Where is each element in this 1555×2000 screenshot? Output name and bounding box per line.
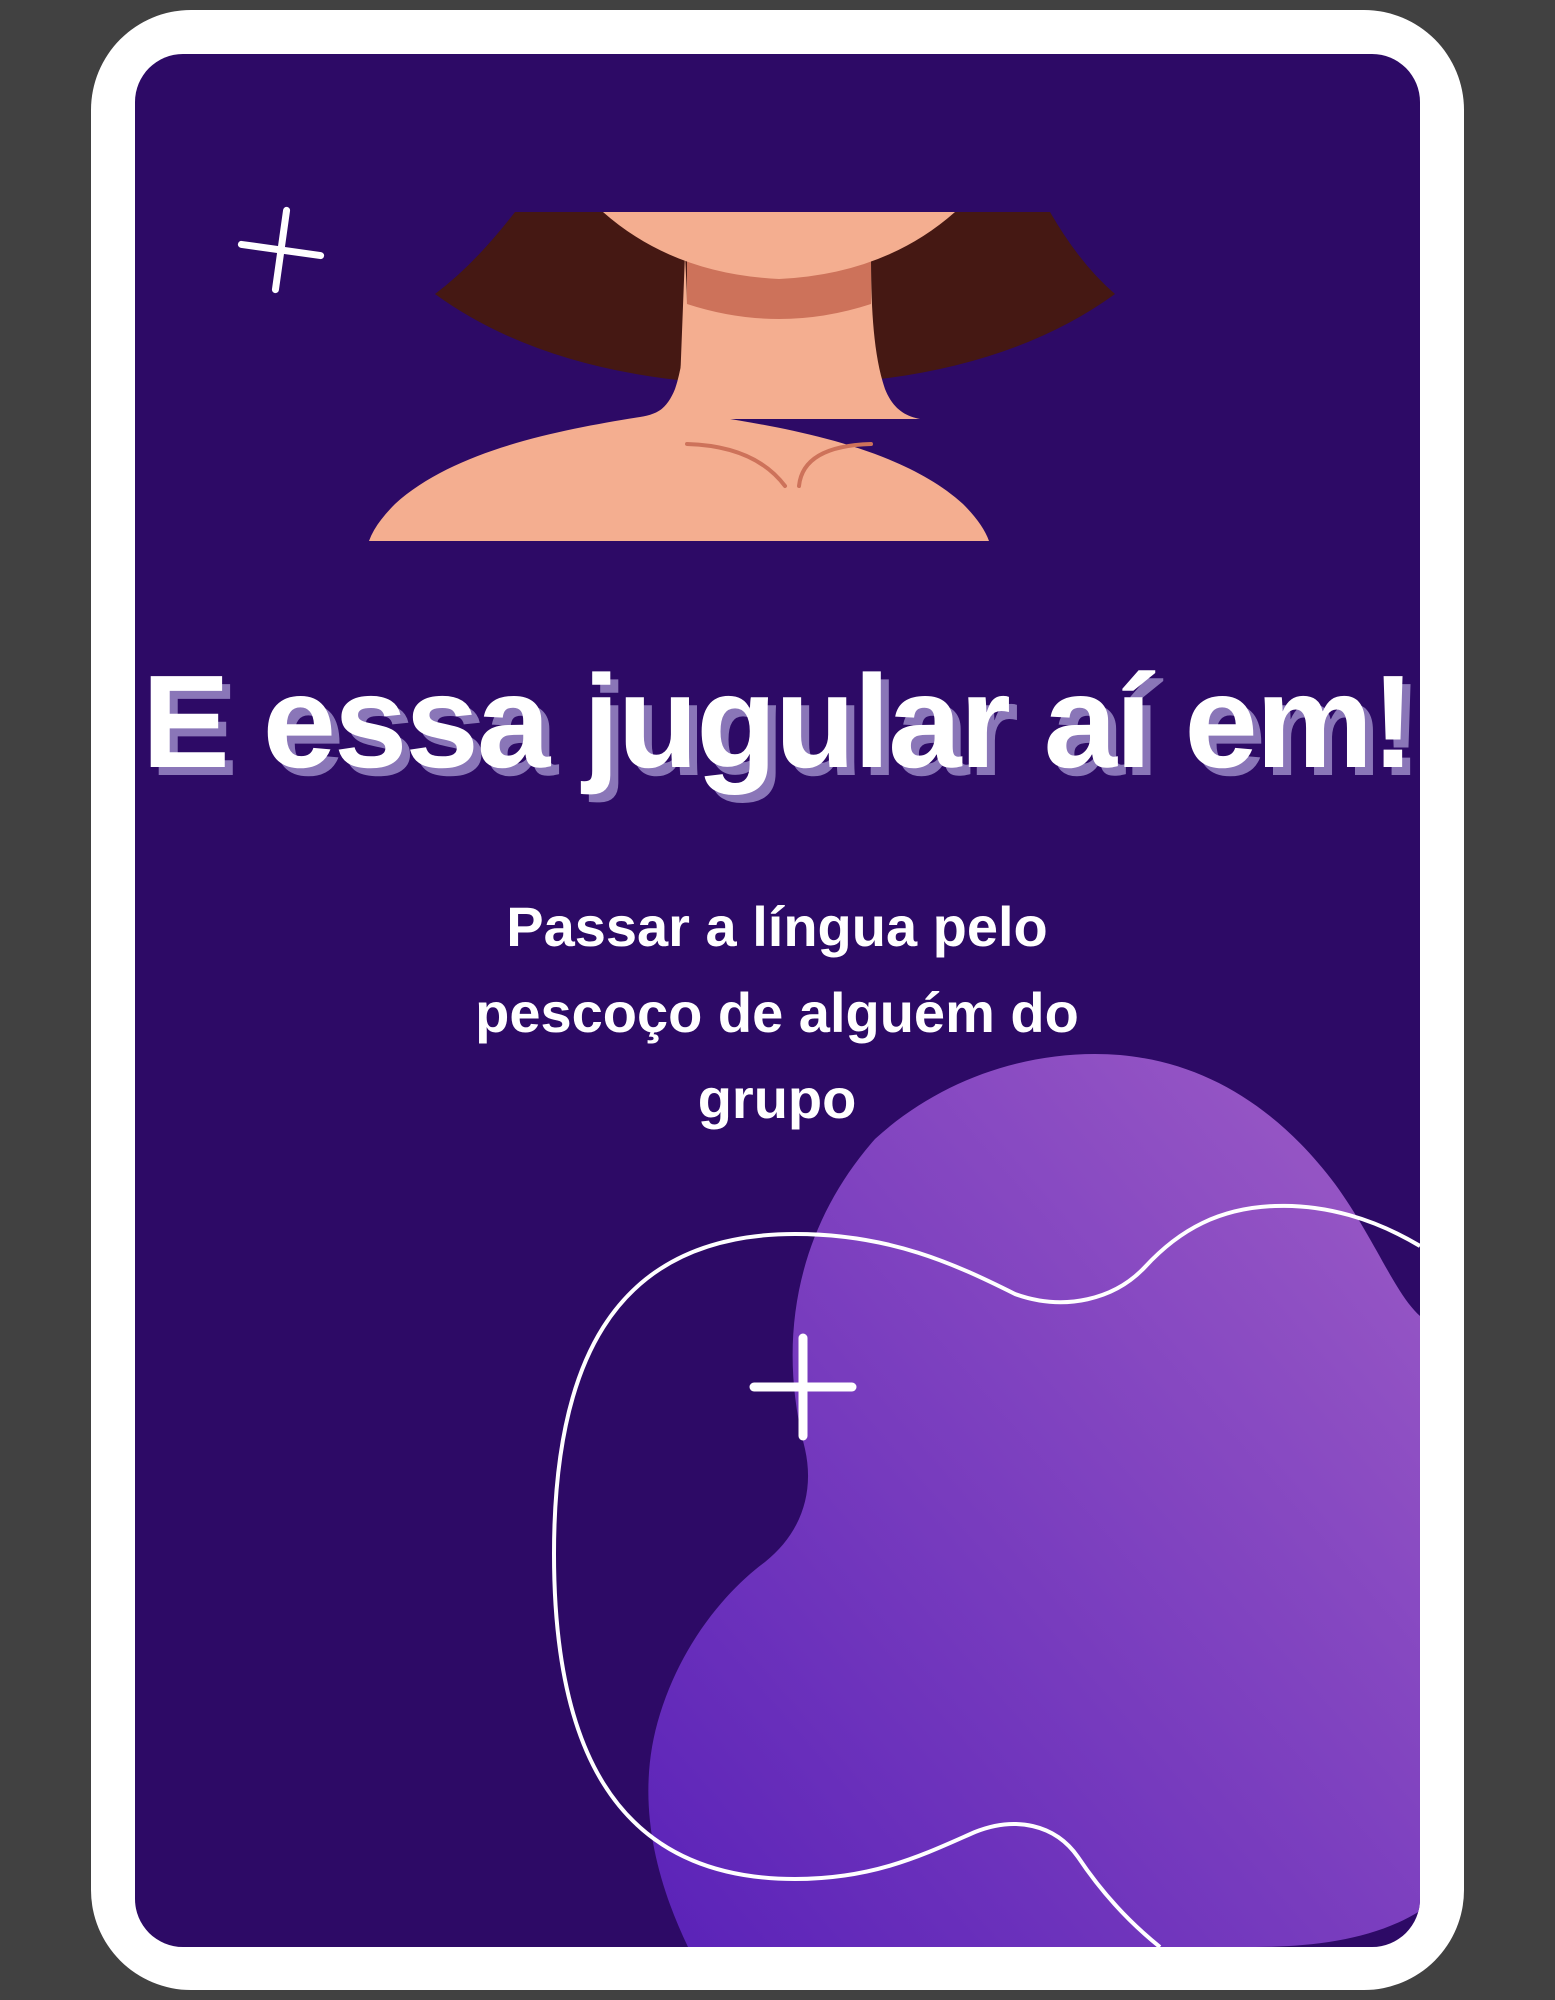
card-title: E essa jugular aí em!: [141, 648, 1415, 795]
neck-illustration: [369, 212, 1115, 541]
card-frame: E essa jugular aí em! Passar a língua pe…: [91, 10, 1464, 1990]
purple-blob: [648, 1054, 1420, 1947]
sparkle-plus-icon: [237, 206, 325, 294]
challenge-card: E essa jugular aí em! Passar a língua pe…: [135, 54, 1420, 1947]
card-description: Passar a língua pelo pescoço de alguém d…: [475, 895, 1079, 1130]
